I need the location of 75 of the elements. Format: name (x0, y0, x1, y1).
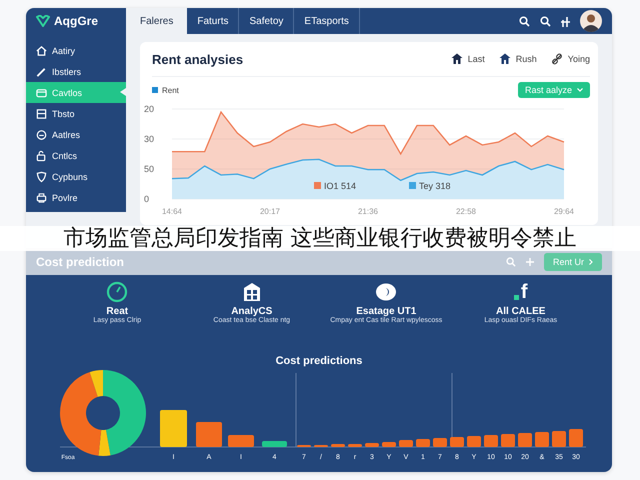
avatar[interactable] (580, 10, 602, 32)
tab[interactable]: Faturts (187, 8, 240, 34)
bars-icon[interactable] (561, 16, 570, 26)
bar (450, 437, 464, 447)
bar (348, 444, 362, 447)
bar (416, 439, 430, 447)
gauge-icon (36, 128, 47, 140)
caret-icon (577, 88, 583, 92)
link-icon (550, 53, 563, 65)
sidebar-item[interactable]: Aatiry (26, 40, 126, 61)
feature-title: Esatage UT1 (356, 306, 416, 317)
printer-icon (36, 192, 47, 204)
axis-label: 50 (144, 164, 154, 174)
lock-icon (36, 150, 47, 162)
legend-label: IO1 514 (324, 181, 356, 191)
heart-icon (36, 15, 50, 27)
bar (467, 436, 481, 447)
bar (433, 438, 447, 447)
bar (552, 431, 566, 447)
tab[interactable]: ETasports (294, 8, 360, 34)
axis-label: 14:64 (162, 207, 182, 216)
axis-label: 21:36 (358, 207, 378, 216)
bar (196, 422, 222, 447)
bar (518, 433, 532, 447)
bar (365, 443, 379, 447)
sidebar-item[interactable]: Cypbuns (26, 166, 126, 187)
bar (331, 444, 345, 447)
panel-icon (36, 108, 47, 120)
sidebar-item[interactable]: Aatlres (26, 124, 126, 145)
toolbar-button[interactable]: Rush (498, 53, 537, 65)
app-logo: AqgGre (54, 14, 98, 28)
bar (382, 442, 396, 447)
moon-icon (375, 281, 398, 303)
card-title: Rent analysies (152, 52, 244, 66)
bar (228, 435, 254, 447)
feature-title: All CALEE (496, 306, 546, 317)
pencil-icon (36, 66, 47, 78)
axis-label: 20:17 (260, 207, 280, 216)
house-icon (450, 53, 463, 65)
bar (160, 410, 187, 447)
axis-label: 20 (144, 104, 154, 114)
bar (399, 440, 413, 447)
headline-caption: 市场监管总局印发指南 这些商业银行收费被明令禁止 (0, 226, 640, 251)
axis-label: 22:58 (456, 207, 476, 216)
sidebar-item[interactable]: Ibstlers (26, 61, 126, 82)
legend-swatch (152, 87, 158, 93)
sidebar-item[interactable]: Tbsto (26, 103, 126, 124)
axis-label: 0 (144, 194, 150, 204)
house-icon (498, 53, 511, 65)
legend-label: Tey 318 (419, 181, 451, 191)
tab[interactable]: Safetoy (239, 8, 294, 34)
home-icon (36, 44, 47, 56)
toolbar-button[interactable]: Last (450, 53, 485, 65)
bar (535, 432, 549, 447)
bar (501, 434, 515, 447)
panel-title: Cost prediction (36, 254, 124, 268)
toolbar-button[interactable]: Yoing (550, 53, 590, 65)
sidebar-item[interactable]: Povlre (26, 187, 126, 208)
feature-title: AnalyCS (231, 306, 272, 317)
bar (569, 429, 583, 447)
bar (484, 435, 498, 447)
search-icon[interactable] (540, 16, 551, 26)
card-icon (36, 86, 47, 98)
shield-icon (36, 170, 47, 182)
search-icon[interactable] (519, 16, 530, 26)
axis-label: 30 (144, 134, 154, 144)
chart-title: Cost predictions (274, 355, 364, 367)
tab[interactable]: Faleres (126, 8, 188, 34)
feature-title: Reat (106, 306, 128, 317)
clock-icon (106, 281, 128, 303)
axis-label: 29:64 (554, 207, 574, 216)
sidebar-item[interactable]: Cntlcs (26, 145, 126, 166)
legend-label: Rent (162, 86, 179, 94)
bar (262, 441, 287, 447)
chevron-icon (589, 258, 593, 264)
